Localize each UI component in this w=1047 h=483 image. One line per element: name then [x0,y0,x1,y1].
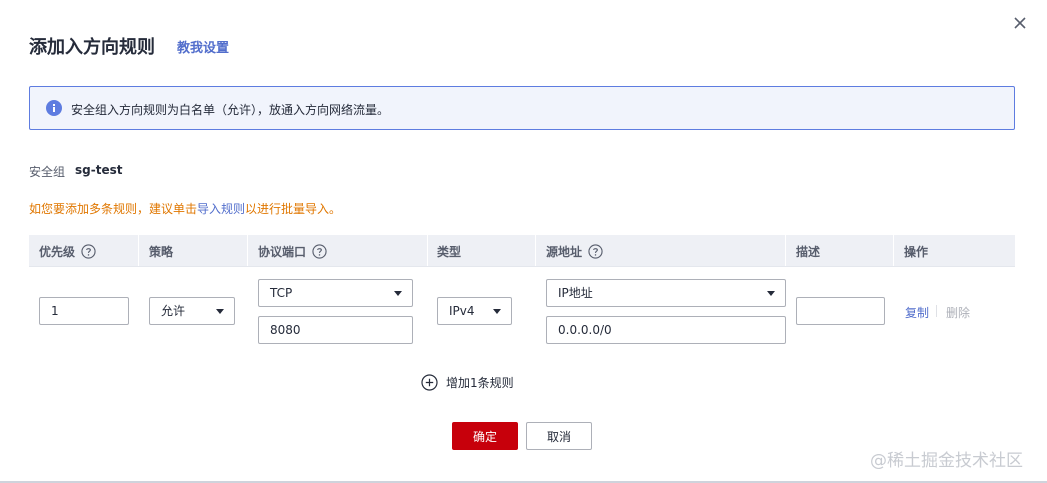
header-source-label: 源地址 [546,245,583,259]
source-address-input[interactable]: 0.0.0.0/0 [546,316,786,344]
chevron-down-icon [394,291,402,296]
info-text: 安全组入方向规则为白名单（允许），放通入方向网络流量。 [71,103,390,117]
policy-select[interactable]: 允许 [149,297,235,325]
info-icon [46,100,62,116]
header-actions: 操作 [904,243,928,260]
port-input[interactable]: 8080 [258,316,413,344]
header-actions-label: 操作 [904,245,929,259]
import-rules-link[interactable]: 导入规则 [197,202,245,216]
import-tip: 如您要添加多条规则，建议单击导入规则以进行批量导入。 [29,200,341,217]
cancel-button[interactable]: 取消 [526,422,592,450]
chevron-down-icon [493,309,501,314]
chevron-down-icon [767,291,775,296]
question-circle-icon[interactable] [588,244,603,259]
confirm-button[interactable]: 确定 [452,422,518,450]
add-rule-button[interactable]: 增加1条规则 [421,374,514,391]
copy-rule-link[interactable]: 复制 [905,304,929,321]
priority-input[interactable]: 1 [39,297,129,325]
delete-rule-link[interactable]: 删除 [946,304,970,321]
ip-type-select-value: IPv4 [449,304,475,318]
source-type-select-value: IP地址 [558,286,593,300]
tip-prefix: 如您要添加多条规则，建议单击 [29,202,198,216]
header-policy: 策略 [149,243,173,260]
tip-suffix: 以进行批量导入。 [245,202,342,216]
source-type-select[interactable]: IP地址 [546,279,786,307]
header-description: 描述 [796,243,820,260]
ip-type-select[interactable]: IPv4 [437,297,512,325]
question-circle-icon[interactable] [81,244,96,259]
add-inbound-rule-dialog: 添加入方向规则 教我设置 安全组入方向规则为白名单（允许），放通入方向网络流量。… [0,0,1047,483]
help-link[interactable]: 教我设置 [177,37,229,56]
header-priority: 优先级 [39,243,96,260]
dialog-title: 添加入方向规则 [29,37,155,58]
close-icon[interactable] [1011,14,1029,32]
plus-circle-icon [421,374,438,391]
action-divider [936,305,937,317]
add-rule-label: 增加1条规则 [446,376,514,390]
header-priority-label: 优先级 [39,245,76,259]
header-protocol-port-label: 协议端口 [258,245,307,259]
rules-table-header: 优先级 策略 协议端口 类型 源地址 描述 操作 [29,235,1015,266]
header-policy-label: 策略 [149,245,174,259]
header-type: 类型 [437,243,461,260]
header-type-label: 类型 [437,245,462,259]
protocol-select[interactable]: TCP [258,279,413,307]
info-banner: 安全组入方向规则为白名单（允许），放通入方向网络流量。 [29,86,1015,130]
security-group-label: 安全组 [29,165,66,179]
question-circle-icon[interactable] [312,244,327,259]
table-row-divider [29,266,1015,267]
header-description-label: 描述 [796,245,821,259]
policy-select-value: 允许 [161,304,186,318]
description-input[interactable] [796,297,885,325]
protocol-select-value: TCP [270,286,293,300]
security-group-value: sg-test [75,163,123,177]
header-protocol-port: 协议端口 [258,243,327,260]
chevron-down-icon [216,309,224,314]
watermark: @稀土掘金技术社区 [870,451,1023,471]
header-source: 源地址 [546,243,603,260]
